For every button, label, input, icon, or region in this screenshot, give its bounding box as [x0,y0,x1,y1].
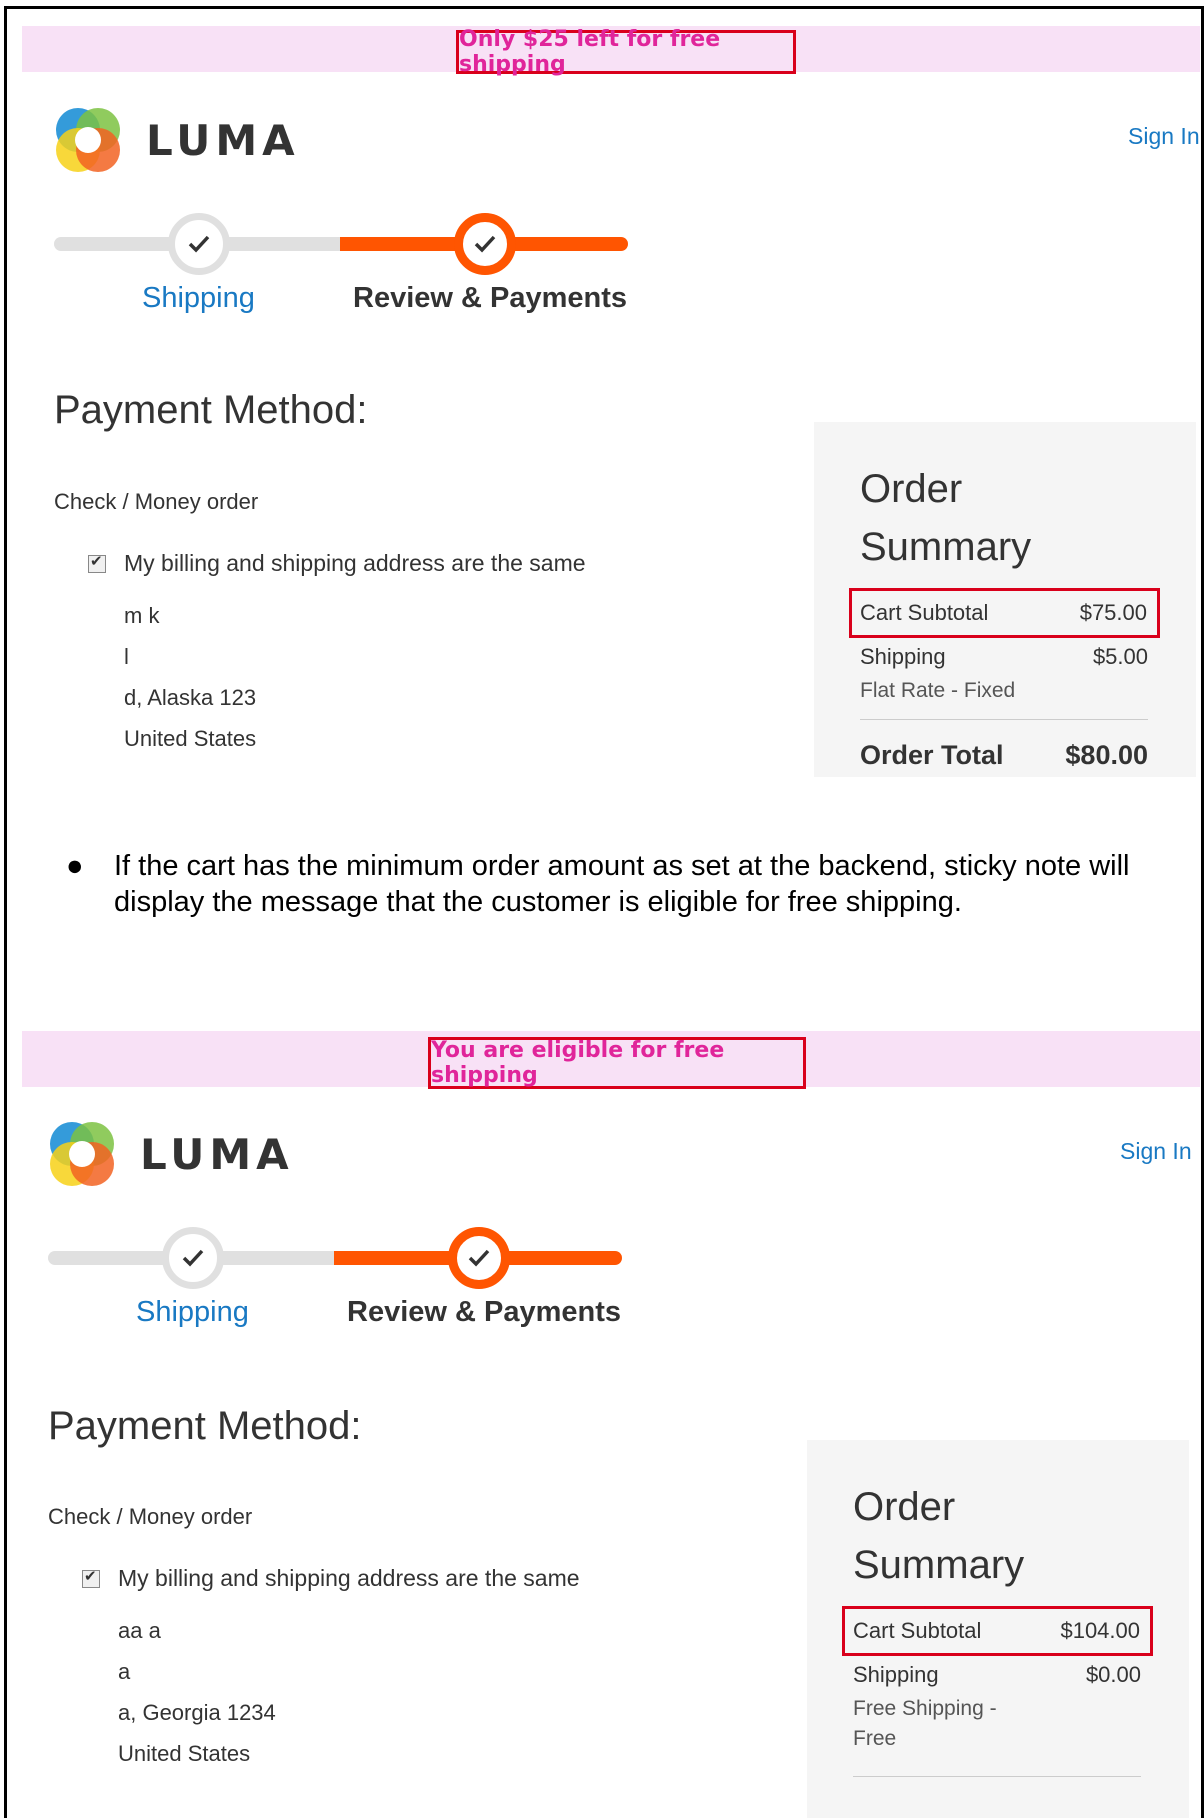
logo-text: LUMA [140,1129,294,1179]
billing-address: m k l d, Alaska 123 United States [124,603,256,767]
step-shipping-indicator[interactable] [162,1227,224,1289]
sign-in-link[interactable]: Sign In [1120,1138,1192,1165]
shipping-method: Flat Rate - Fixed [860,679,1016,702]
payment-method-title: Payment Method: [54,388,368,432]
order-summary-title-line: Summary [860,525,1032,569]
address-line: United States [124,726,257,751]
luma-logo-icon [50,1122,114,1186]
address-line: d, Alaska 123 [124,685,257,710]
same-address-checkbox[interactable] [82,1567,100,1588]
luma-logo[interactable]: LUMA [54,106,300,174]
same-address-label: My billing and shipping address are the … [124,550,586,576]
order-summary-title-line: Order [860,467,963,511]
billing-address: aa a a a, Georgia 1234 United States [118,1618,276,1782]
step-review-indicator [454,213,516,275]
shipping-value: $0.00 [1085,1662,1141,1687]
address-line: l [124,644,129,669]
logo-text: LUMA [146,115,300,165]
shipping-value: $5.00 [1092,644,1148,669]
step-review-label: Review & Payments [347,1296,622,1328]
free-shipping-message: You are eligible for free shipping [428,1037,806,1089]
order-summary-title-line: Order [853,1485,956,1529]
cart-subtotal-value: $75.00 [1079,600,1147,625]
check-icon [182,1249,204,1267]
shipping-method: Free Shipping - Free [853,1697,997,1750]
summary-divider [860,719,1148,720]
payment-method-title: Payment Method: [48,1404,362,1448]
step-review-label: Review & Payments [353,282,628,314]
order-total-label: Order Total [860,740,1004,770]
checkout-screenshot-1: Only $25 left for free shipping LUMA Sig… [0,0,1204,780]
checkout-screenshot-2: You are eligible for free shipping LUMA … [0,1014,1204,1818]
explanation-note: ● If the cart has the minimum order amou… [66,848,1146,920]
check-icon [474,235,496,253]
payment-method-name[interactable]: Check / Money order [54,489,258,515]
same-address-label: My billing and shipping address are the … [118,1565,580,1591]
address-line: a, Georgia 1234 [118,1700,276,1725]
note-text: If the cart has the minimum order amount… [114,850,1130,918]
free-shipping-message: Only $25 left for free shipping [456,27,796,77]
same-address-checkbox[interactable] [88,552,106,573]
cart-subtotal-label: Cart Subtotal [853,1618,982,1643]
step-shipping-label[interactable]: Shipping [136,1296,249,1329]
address-line: m k [124,603,160,628]
cart-subtotal-row: Cart Subtotal $104.00 [842,1606,1153,1656]
order-summary: Order Summary Cart Subtotal $75.00 Shipp… [814,422,1196,777]
summary-divider [853,1776,1141,1777]
sign-in-link[interactable]: Sign In [1128,123,1200,150]
step-review-indicator [448,1227,510,1289]
address-phone-cutoff [124,771,174,777]
luma-logo[interactable]: LUMA [48,1120,294,1188]
step-shipping-indicator[interactable] [168,213,230,275]
cart-subtotal-row: Cart Subtotal $75.00 [849,588,1160,638]
same-address-row[interactable]: My billing and shipping address are the … [82,1565,580,1592]
cart-subtotal-label: Cart Subtotal [860,600,989,625]
check-icon [468,1249,490,1267]
order-total-row: Order Total $80.00 [860,740,1148,771]
order-summary-title: Order Summary [853,1478,1024,1594]
payment-method-name[interactable]: Check / Money order [48,1504,252,1530]
bullet: ● [66,850,84,882]
luma-logo-icon [56,108,120,172]
order-summary: Order Summary Cart Subtotal $104.00 Ship… [807,1440,1189,1818]
same-address-row[interactable]: My billing and shipping address are the … [88,550,586,577]
shipping-row: Shipping $0.00 Free Shipping - Free [853,1662,1141,1754]
check-icon [188,235,210,253]
address-line: United States [118,1741,251,1766]
step-shipping-label[interactable]: Shipping [142,282,255,315]
shipping-row: Shipping $5.00 Flat Rate - Fixed [860,644,1148,706]
order-summary-title: Order Summary [860,460,1031,576]
address-line: a [118,1659,131,1684]
order-total-value: $80.00 [1065,740,1148,770]
checkout-progress-bar: Shipping Review & Payments [54,210,634,330]
cart-subtotal-value: $104.00 [1060,1618,1140,1643]
checkout-progress-bar: Shipping Review & Payments [48,1224,628,1344]
order-summary-title-line: Summary [853,1543,1025,1587]
address-line: aa a [118,1618,161,1643]
